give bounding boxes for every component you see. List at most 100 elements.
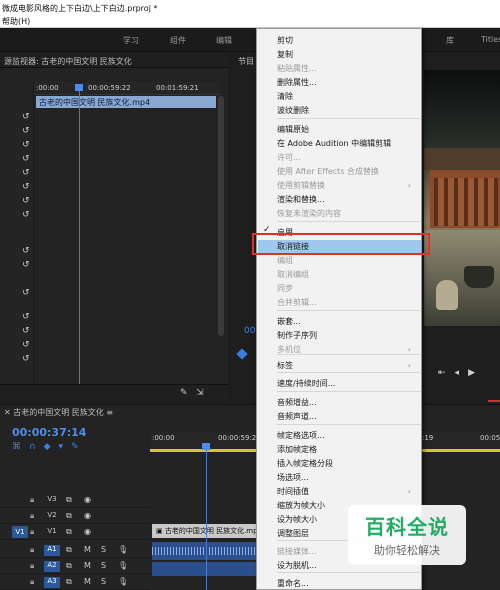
workspace-tab-assembly[interactable]: 组件: [170, 35, 186, 46]
mute-button[interactable]: M: [84, 577, 91, 586]
lock-icon[interactable]: 🔒︎: [30, 577, 34, 587]
sync-lock-icon[interactable]: ⧉: [66, 511, 72, 521]
track-label[interactable]: V3: [44, 495, 60, 506]
marker-icon[interactable]: ▾: [59, 442, 72, 452]
track-label[interactable]: A3: [44, 577, 60, 588]
track-row-v1: V1 🔒︎ V1 ⧉ ◉: [0, 524, 150, 540]
undo-icon[interactable]: ↺: [22, 354, 32, 364]
context-menu-item-label: 帧定格选项...: [277, 431, 325, 440]
eye-icon[interactable]: ◉: [84, 511, 91, 520]
undo-icon[interactable]: ↺: [22, 288, 32, 298]
microphone-icon[interactable]: 🎙︎: [118, 561, 128, 570]
solo-button[interactable]: S: [101, 577, 106, 586]
context-menu-item[interactable]: 音频声道...: [277, 410, 417, 423]
context-menu-item[interactable]: 渲染和替换...: [277, 193, 417, 206]
context-menu-item-label: 缩放为帧大小: [277, 501, 325, 510]
lock-icon[interactable]: 🔒︎: [30, 545, 34, 555]
undo-icon[interactable]: ↺: [22, 154, 32, 164]
context-menu-item[interactable]: 制作子序列: [277, 329, 417, 342]
context-menu-item[interactable]: 音频增益...: [277, 396, 417, 409]
step-back-icon[interactable]: ⇤: [438, 368, 455, 378]
context-menu-item[interactable]: 插入帧定格分段: [277, 457, 417, 470]
context-menu-item[interactable]: 编辑原始: [277, 123, 417, 136]
context-menu-item[interactable]: 标签 ›: [277, 359, 417, 372]
context-menu-item[interactable]: 删除属性...: [277, 76, 417, 89]
program-timecode[interactable]: 00: [244, 326, 255, 336]
context-menu-item[interactable]: 剪切: [277, 34, 417, 47]
timeline-playhead[interactable]: [202, 443, 210, 450]
snap-icon[interactable]: ∩: [29, 442, 44, 452]
context-menu-item[interactable]: 场选项...: [277, 471, 417, 484]
context-menu-item[interactable]: 重命名...: [277, 577, 417, 590]
track-label[interactable]: A2: [44, 561, 60, 572]
undo-icon[interactable]: ↺: [22, 196, 32, 206]
undo-icon[interactable]: ↺: [22, 168, 32, 178]
context-menu-item-label: 剪切: [277, 36, 293, 45]
workspace-tab-libraries[interactable]: 库: [446, 35, 454, 46]
context-menu-item[interactable]: 清除: [277, 90, 417, 103]
timeline-tab[interactable]: ✕ 古老的中国文明 民族文化 ≡: [4, 407, 113, 418]
source-monitor-tab[interactable]: 源监视器: 古老的中国文明 民族文化: [0, 52, 228, 68]
context-menu-item[interactable]: 在 Adobe Audition 中编辑剪辑: [277, 137, 417, 150]
mute-button[interactable]: M: [84, 561, 91, 570]
source-time-ruler[interactable]: :00:00 00:00:59:22 00:01:59:21: [34, 82, 220, 95]
undo-icon[interactable]: ↺: [22, 112, 32, 122]
workspace-tab-titles[interactable]: Titles: [481, 35, 500, 44]
sync-lock-icon[interactable]: ⧉: [66, 545, 72, 555]
track-label[interactable]: V1: [44, 527, 60, 538]
lock-icon[interactable]: 🔒︎: [30, 561, 34, 571]
sync-lock-icon[interactable]: ⧉: [66, 577, 72, 587]
mute-button[interactable]: M: [84, 545, 91, 554]
solo-button[interactable]: S: [101, 545, 106, 554]
undo-icon[interactable]: ↺: [22, 326, 32, 336]
context-menu-item[interactable]: 嵌套...: [277, 315, 417, 328]
track-label[interactable]: V2: [44, 511, 60, 522]
undo-icon[interactable]: ↺: [22, 126, 32, 136]
menu-help[interactable]: 帮助(H): [2, 17, 30, 26]
eye-icon[interactable]: ◉: [84, 495, 91, 504]
context-menu-item[interactable]: 波纹删除: [277, 104, 417, 117]
sync-lock-icon[interactable]: ⧉: [66, 527, 72, 537]
lock-icon[interactable]: 🔒︎: [30, 527, 34, 537]
wrench-icon[interactable]: ✎: [180, 388, 188, 398]
close-icon[interactable]: ✕: [4, 408, 11, 417]
solo-button[interactable]: S: [101, 561, 106, 570]
source-playhead[interactable]: [75, 84, 83, 91]
context-menu-item[interactable]: 时间插值 ›: [277, 485, 417, 498]
context-menu-item[interactable]: 复制: [277, 48, 417, 61]
undo-icon[interactable]: ↺: [22, 182, 32, 192]
context-menu-item[interactable]: 帧定格选项...: [277, 429, 417, 442]
linked-selection-icon[interactable]: ◆: [44, 442, 59, 452]
microphone-icon[interactable]: 🎙︎: [118, 577, 128, 586]
wrench-icon[interactable]: ✎: [71, 442, 87, 452]
program-monitor-tab[interactable]: 节目: [238, 56, 254, 67]
context-menu-item: 使用剪辑替换 ›: [277, 179, 417, 192]
undo-icon[interactable]: ↺: [22, 246, 32, 256]
source-clip[interactable]: 古老的中国文明 民族文化.mp4: [36, 96, 216, 108]
lock-icon[interactable]: 🔒︎: [30, 495, 34, 505]
prev-frame-icon[interactable]: ◂: [455, 368, 469, 378]
context-menu-item[interactable]: 速度/持续时间...: [277, 377, 417, 390]
video-lion-statue: [436, 280, 458, 310]
context-menu-item[interactable]: 添加帧定格: [277, 443, 417, 456]
timeline-timecode[interactable]: 00:00:37:14: [12, 426, 86, 439]
export-icon[interactable]: ⇲: [196, 388, 204, 398]
sync-lock-icon[interactable]: ⧉: [66, 495, 72, 505]
undo-icon[interactable]: ↺: [22, 210, 32, 220]
menu-icon[interactable]: ≡: [106, 408, 113, 417]
undo-icon[interactable]: ↺: [22, 140, 32, 150]
play-icon[interactable]: ▶: [468, 368, 484, 378]
undo-icon[interactable]: ↺: [22, 312, 32, 322]
workspace-tab-learn[interactable]: 学习: [123, 35, 139, 46]
sync-lock-icon[interactable]: ⧉: [66, 561, 72, 571]
undo-icon[interactable]: ↺: [22, 260, 32, 270]
undo-icon[interactable]: ↺: [22, 340, 32, 350]
eye-icon[interactable]: ◉: [84, 527, 91, 536]
source-scrollbar[interactable]: [218, 96, 224, 336]
workspace-tab-edit[interactable]: 编辑: [216, 35, 232, 46]
nest-icon[interactable]: ⌘: [12, 442, 29, 452]
microphone-icon[interactable]: 🎙︎: [118, 545, 128, 554]
track-label[interactable]: A1: [44, 545, 60, 556]
source-patch-v1[interactable]: V1: [12, 526, 28, 538]
lock-icon[interactable]: 🔒︎: [30, 511, 34, 521]
